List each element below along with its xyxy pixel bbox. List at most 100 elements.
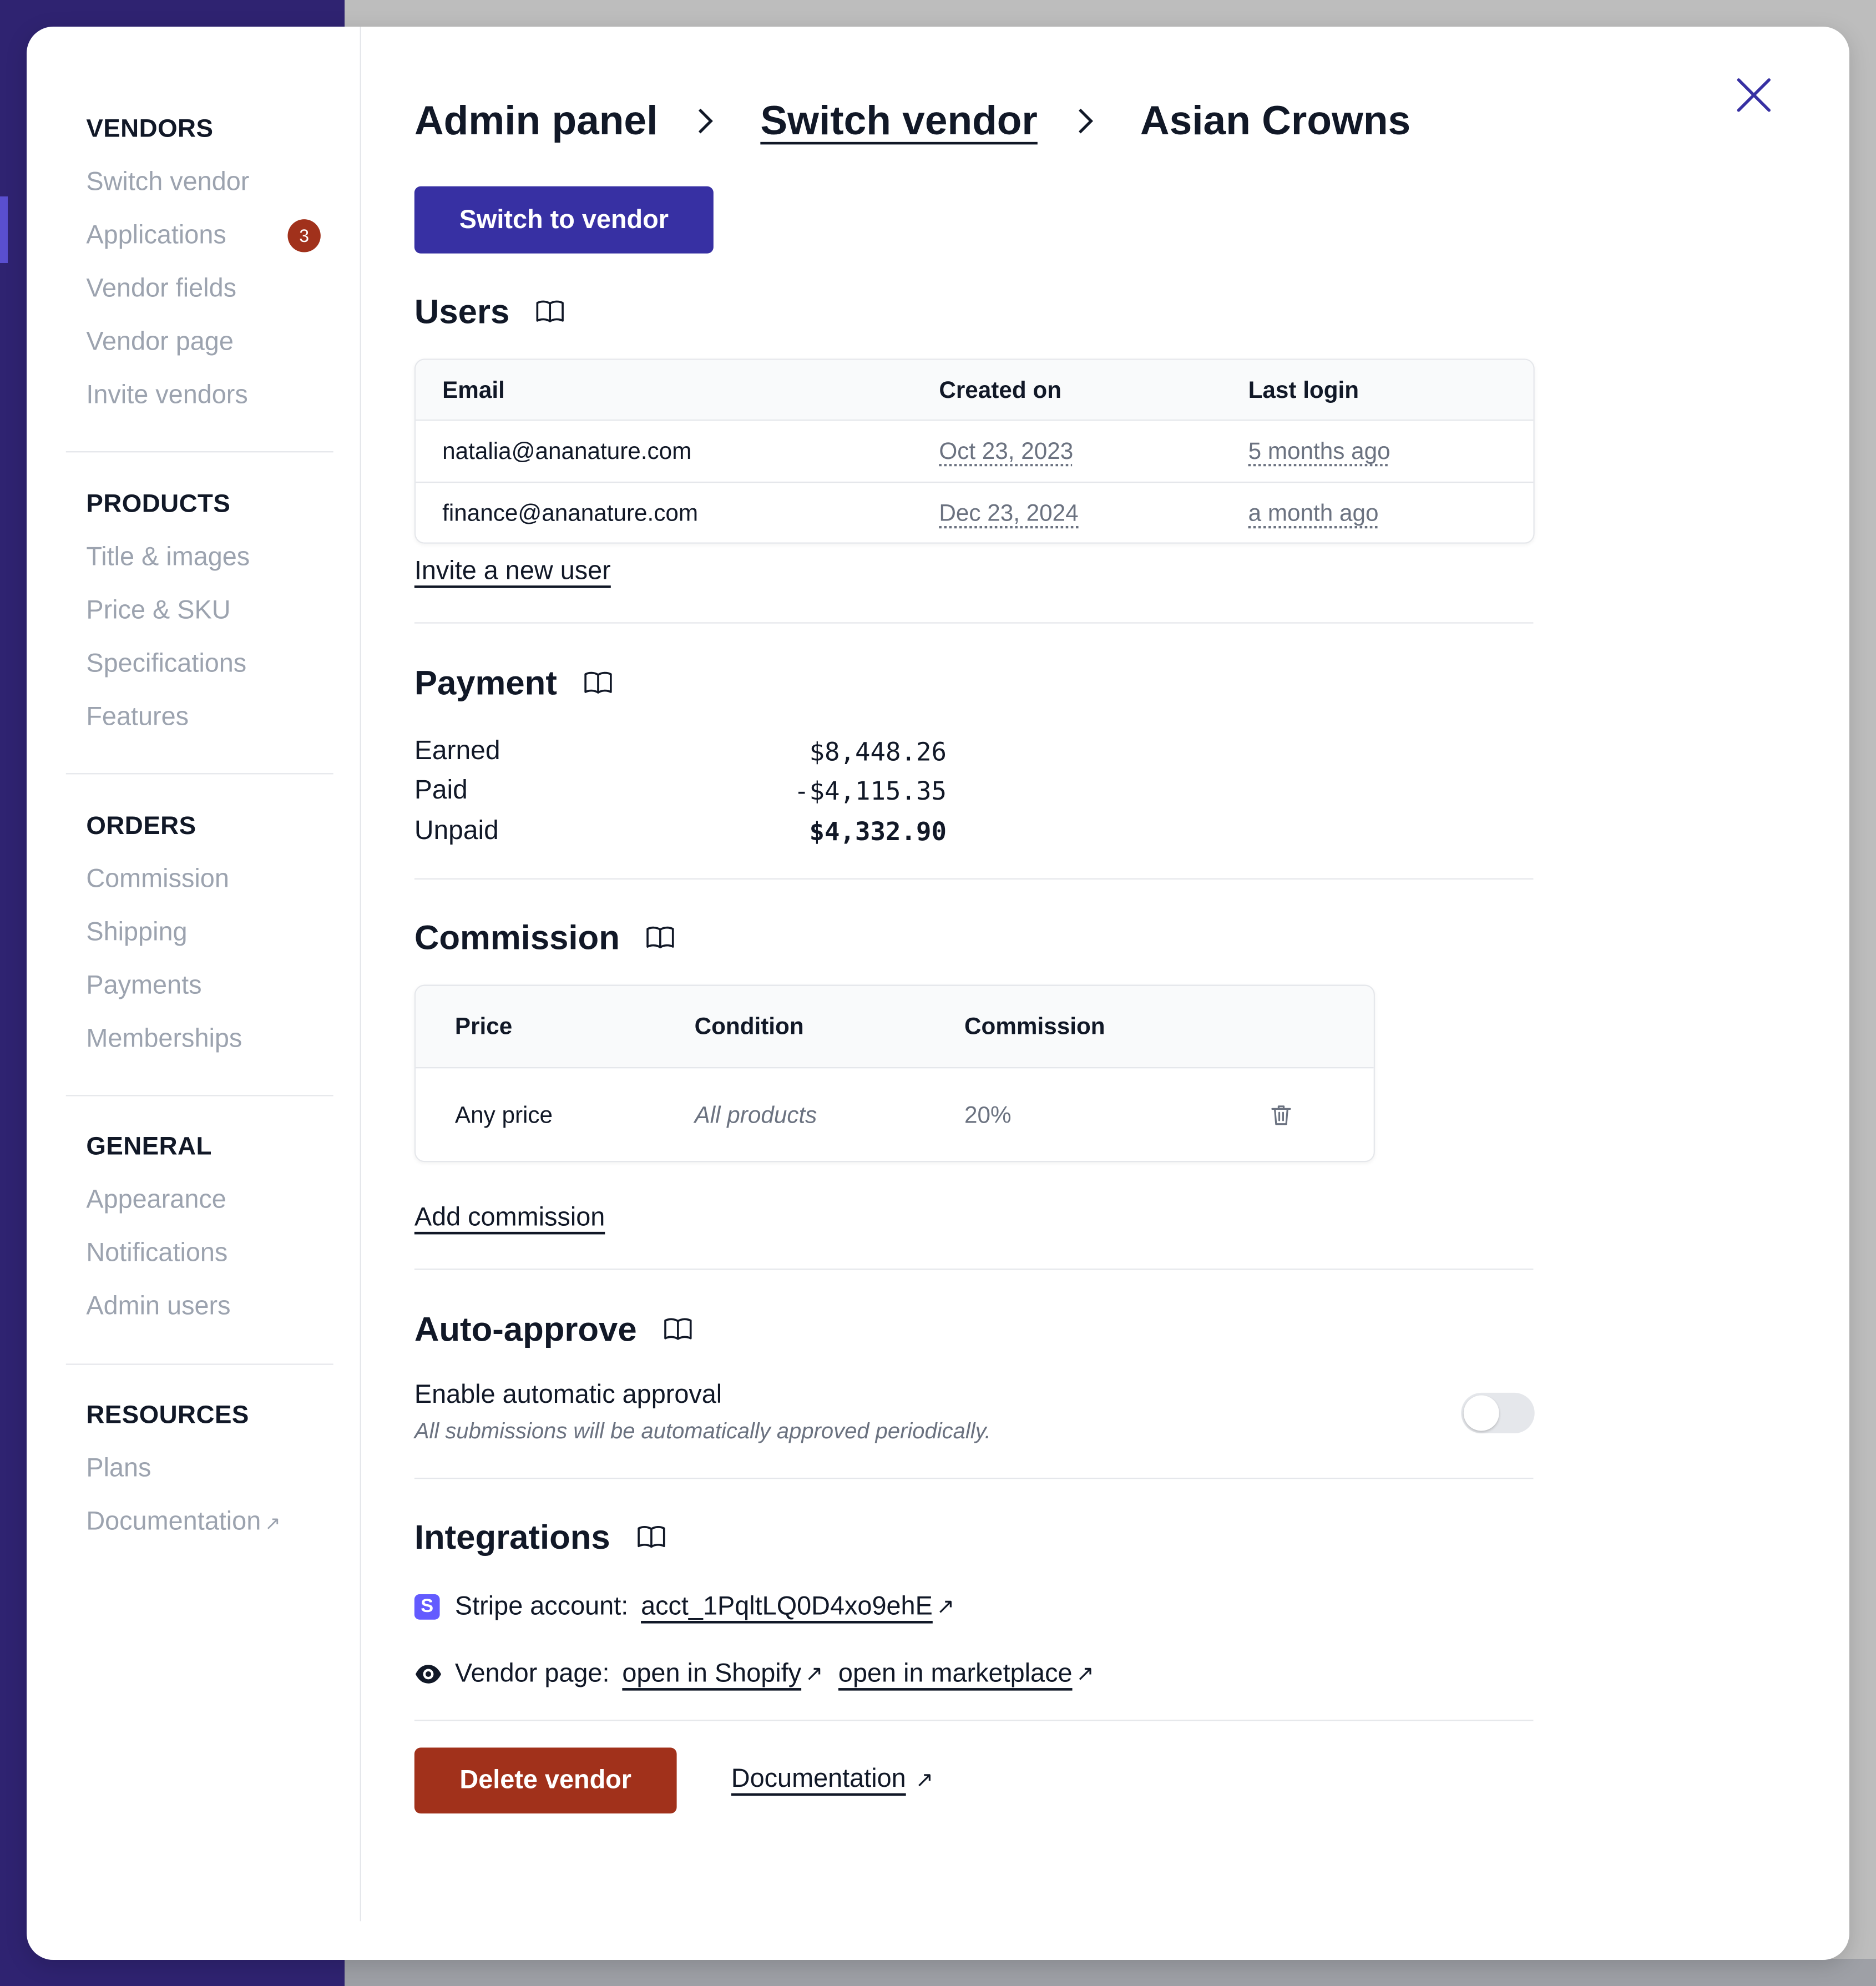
user-created-on: Dec 23, 2024 bbox=[939, 499, 1079, 526]
external-link-icon: ↗ bbox=[915, 1767, 934, 1792]
external-link-icon: ↗ bbox=[936, 1594, 955, 1619]
sidebar-item-appearance[interactable]: Appearance bbox=[66, 1174, 333, 1227]
user-email: natalia@ananature.com bbox=[442, 437, 692, 464]
sidebar-item-title-images[interactable]: Title & images bbox=[66, 531, 333, 584]
section-divider bbox=[414, 1477, 1534, 1479]
sidebar-divider bbox=[65, 773, 333, 775]
chevron-right-icon bbox=[698, 108, 713, 133]
table-row: natalia@ananature.com Oct 23, 2023 5 mon… bbox=[416, 421, 1534, 483]
sidebar-section-orders: ORDERS Commission Shipping Payments Memb… bbox=[66, 810, 333, 1065]
sidebar-item-label: Payments bbox=[86, 971, 202, 1000]
payment-unpaid-row: Unpaid $4,332.90 bbox=[414, 811, 947, 852]
section-heading: Commission bbox=[414, 918, 620, 957]
column-header-email: Email bbox=[442, 376, 505, 403]
add-commission-link[interactable]: Add commission bbox=[414, 1202, 605, 1233]
trash-icon[interactable] bbox=[1268, 1103, 1294, 1128]
sidebar-item-label: Shipping bbox=[86, 917, 188, 947]
user-last-login: 5 months ago bbox=[1248, 437, 1390, 464]
user-created-on: Oct 23, 2023 bbox=[939, 437, 1074, 464]
sidebar-item-applications[interactable]: Applications 3 bbox=[66, 209, 333, 262]
external-link-icon: ↗ bbox=[805, 1661, 823, 1686]
sidebar-item-plans[interactable]: Plans bbox=[66, 1442, 333, 1495]
sidebar-item-shipping[interactable]: Shipping bbox=[66, 906, 333, 959]
commission-condition: All products bbox=[694, 1101, 817, 1128]
table-row: finance@ananature.com Dec 23, 2024 a mon… bbox=[416, 483, 1533, 542]
breadcrumb: Admin panel Switch vendor Asian Crowns bbox=[414, 93, 1410, 148]
section-divider bbox=[414, 878, 1534, 880]
vendor-page-row: Vendor page: open in Shopify ↗ open in m… bbox=[414, 1654, 1094, 1694]
external-link-icon: ↗ bbox=[1076, 1661, 1094, 1686]
breadcrumb-switch-vendor[interactable]: Switch vendor bbox=[760, 97, 1037, 144]
delete-vendor-button[interactable]: Delete vendor bbox=[414, 1747, 677, 1814]
payment-value: $8,448.26 bbox=[809, 736, 947, 767]
sidebar-item-specifications[interactable]: Specifications bbox=[66, 638, 333, 691]
auto-approve-description: All submissions will be automatically ap… bbox=[414, 1418, 991, 1444]
open-in-shopify-link[interactable]: open in Shopify bbox=[622, 1659, 801, 1690]
auto-approve-label: Enable automatic approval bbox=[414, 1380, 722, 1409]
payment-label: Paid bbox=[414, 775, 468, 805]
stripe-account-link[interactable]: acct_1PqltLQ0D4xo9ehE bbox=[641, 1591, 933, 1622]
sidebar-item-price-sku[interactable]: Price & SKU bbox=[66, 584, 333, 638]
sidebar-item-switch-vendor[interactable]: Switch vendor bbox=[66, 156, 333, 209]
sidebar-item-features[interactable]: Features bbox=[66, 691, 333, 744]
sidebar-item-memberships[interactable]: Memberships bbox=[66, 1013, 333, 1066]
switch-to-vendor-button[interactable]: Switch to vendor bbox=[414, 186, 714, 254]
book-open-icon[interactable] bbox=[662, 1314, 692, 1345]
column-header-created-on: Created on bbox=[939, 376, 1062, 403]
book-open-icon[interactable] bbox=[535, 296, 565, 327]
book-open-icon[interactable] bbox=[645, 923, 676, 953]
sidebar-section-title: PRODUCTS bbox=[86, 490, 231, 519]
sidebar-item-label: Price & SKU bbox=[86, 595, 231, 625]
payment-value: -$4,115.35 bbox=[794, 775, 947, 806]
table-row: Any price All products 20% bbox=[416, 1068, 1374, 1161]
sidebar-item-documentation[interactable]: Documentation ↗ bbox=[66, 1495, 333, 1549]
close-icon[interactable] bbox=[1731, 72, 1777, 118]
book-open-icon[interactable] bbox=[635, 1522, 666, 1553]
sidebar-section-title: GENERAL bbox=[86, 1133, 212, 1161]
sidebar-section-resources: RESOURCES Plans Documentation ↗ bbox=[66, 1399, 333, 1548]
payment-earned-row: Earned $8,448.26 bbox=[414, 731, 947, 772]
sidebar-item-notifications[interactable]: Notifications bbox=[66, 1227, 333, 1280]
documentation-link[interactable]: Documentation bbox=[731, 1764, 906, 1793]
auto-approve-section-title: Auto-approve bbox=[414, 1307, 692, 1352]
stripe-icon: S bbox=[414, 1594, 440, 1620]
commission-price: Any price bbox=[454, 1101, 553, 1128]
column-header-condition: Condition bbox=[694, 1012, 804, 1039]
integrations-section-title: Integrations bbox=[414, 1514, 666, 1560]
open-in-marketplace-link[interactable]: open in marketplace bbox=[838, 1659, 1073, 1690]
section-divider bbox=[414, 622, 1534, 624]
user-last-login: a month ago bbox=[1248, 499, 1379, 526]
sidebar-item-label: Plans bbox=[86, 1453, 151, 1483]
chevron-right-icon bbox=[1078, 108, 1093, 133]
commission-rate: 20% bbox=[964, 1101, 1012, 1128]
payment-label: Earned bbox=[414, 736, 500, 766]
payment-label: Unpaid bbox=[414, 816, 499, 846]
sidebar-item-label: Commission bbox=[86, 864, 229, 894]
external-link-icon: ↗ bbox=[265, 1513, 281, 1535]
commission-section-title: Commission bbox=[414, 915, 676, 961]
invite-user-link[interactable]: Invite a new user bbox=[414, 557, 611, 587]
backdrop-nav-active-marker bbox=[0, 196, 8, 263]
sidebar-item-vendor-page[interactable]: Vendor page bbox=[66, 316, 333, 369]
breadcrumb-admin-panel[interactable]: Admin panel bbox=[414, 97, 658, 144]
auto-approve-toggle[interactable] bbox=[1461, 1392, 1535, 1434]
sidebar-item-vendor-fields[interactable]: Vendor fields bbox=[66, 262, 333, 316]
sidebar-section-title: VENDORS bbox=[86, 115, 214, 144]
sidebar-item-label: Title & images bbox=[86, 542, 250, 572]
section-heading: Integrations bbox=[414, 1517, 610, 1556]
sidebar-item-invite-vendors[interactable]: Invite vendors bbox=[66, 369, 333, 422]
count-badge: 3 bbox=[287, 219, 321, 252]
sidebar-item-label: Notifications bbox=[86, 1238, 228, 1267]
payment-section-title: Payment bbox=[414, 660, 613, 706]
sidebar-item-payments[interactable]: Payments bbox=[66, 959, 333, 1013]
sidebar-item-label: Vendor fields bbox=[86, 274, 237, 303]
documentation-footer: Documentation ↗ bbox=[731, 1764, 933, 1795]
column-header-last-login: Last login bbox=[1248, 376, 1359, 403]
sidebar-item-label: Vendor page bbox=[86, 327, 234, 356]
vendor-page-label: Vendor page: bbox=[454, 1659, 610, 1689]
sidebar-item-commission[interactable]: Commission bbox=[66, 853, 333, 906]
sidebar-item-admin-users[interactable]: Admin users bbox=[66, 1280, 333, 1333]
book-open-icon[interactable] bbox=[583, 668, 613, 699]
sidebar-divider bbox=[65, 451, 333, 453]
user-email: finance@ananature.com bbox=[442, 499, 699, 526]
